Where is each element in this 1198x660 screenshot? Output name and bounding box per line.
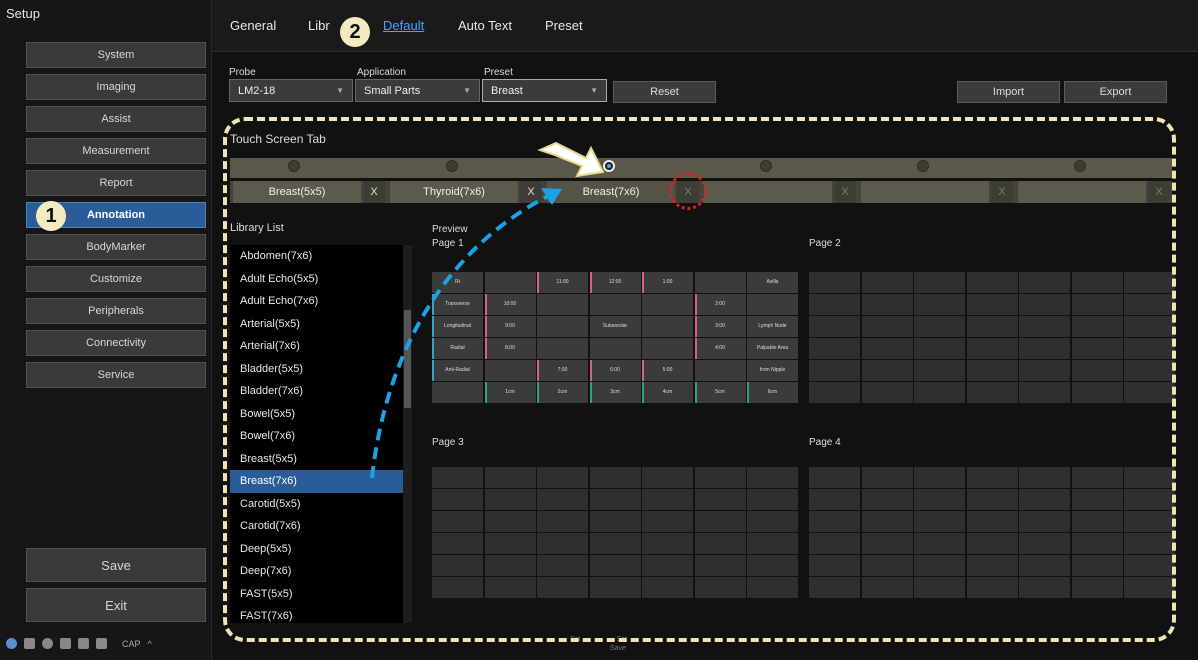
chevron-down-icon: ▼: [336, 86, 344, 95]
application-value: Small Parts: [364, 84, 421, 97]
status-bar: CAP ^: [6, 638, 152, 649]
preset-label: Preset: [484, 67, 513, 78]
application-label: Application: [357, 67, 406, 78]
probe-label: Probe: [229, 67, 256, 78]
reset-button[interactable]: Reset: [613, 81, 716, 103]
tab-general[interactable]: General: [230, 18, 276, 33]
step-1-badge: 1: [36, 201, 66, 231]
sidebar-item-imaging[interactable]: Imaging: [26, 74, 206, 100]
exit-button[interactable]: Exit: [26, 588, 206, 622]
sidebar-item-customize[interactable]: Customize: [26, 266, 206, 292]
chevron-down-icon: ▼: [590, 86, 598, 95]
storage-icon: [78, 638, 89, 649]
chevron-down-icon: ▼: [463, 86, 471, 95]
chevron-up-icon[interactable]: ^: [148, 639, 152, 649]
sidebar-item-measurement[interactable]: Measurement: [26, 138, 206, 164]
caps-indicator: CAP: [122, 638, 141, 649]
tab-auto-text[interactable]: Auto Text: [458, 18, 512, 33]
sidebar: Setup System Imaging Assist Measurement …: [0, 0, 212, 660]
footer-save-label: Save: [610, 645, 626, 652]
probe-select[interactable]: LM2-18 ▼: [229, 79, 353, 102]
sidebar-item-system[interactable]: System: [26, 42, 206, 68]
sidebar-item-service[interactable]: Service: [26, 362, 206, 388]
step-2-badge: 2: [340, 17, 370, 47]
export-button[interactable]: Export: [1064, 81, 1167, 103]
sidebar-title: Setup: [6, 6, 40, 21]
application-select[interactable]: Small Parts ▼: [355, 79, 480, 102]
usb-icon: [96, 638, 107, 649]
import-button[interactable]: Import: [957, 81, 1060, 103]
sidebar-item-bodymarker[interactable]: BodyMarker: [26, 234, 206, 260]
tab-preset[interactable]: Preset: [545, 18, 583, 33]
tab-library[interactable]: Libr: [308, 18, 330, 33]
tab-default[interactable]: Default: [383, 18, 424, 33]
network-icon: [24, 638, 35, 649]
preset-select[interactable]: Breast ▼: [482, 79, 607, 102]
setup-screen: Setup System Imaging Assist Measurement …: [0, 0, 1198, 660]
close-highlight-circle: [669, 172, 707, 210]
sidebar-item-connectivity[interactable]: Connectivity: [26, 330, 206, 356]
preset-value: Breast: [491, 84, 523, 97]
sidebar-item-assist[interactable]: Assist: [26, 106, 206, 132]
sidebar-item-peripherals[interactable]: Peripherals: [26, 298, 206, 324]
sidebar-item-report[interactable]: Report: [26, 170, 206, 196]
printer-icon: [60, 638, 71, 649]
probe-value: LM2-18: [238, 84, 276, 97]
save-button[interactable]: Save: [26, 548, 206, 582]
clock-icon: [42, 638, 53, 649]
user-icon[interactable]: [6, 638, 17, 649]
